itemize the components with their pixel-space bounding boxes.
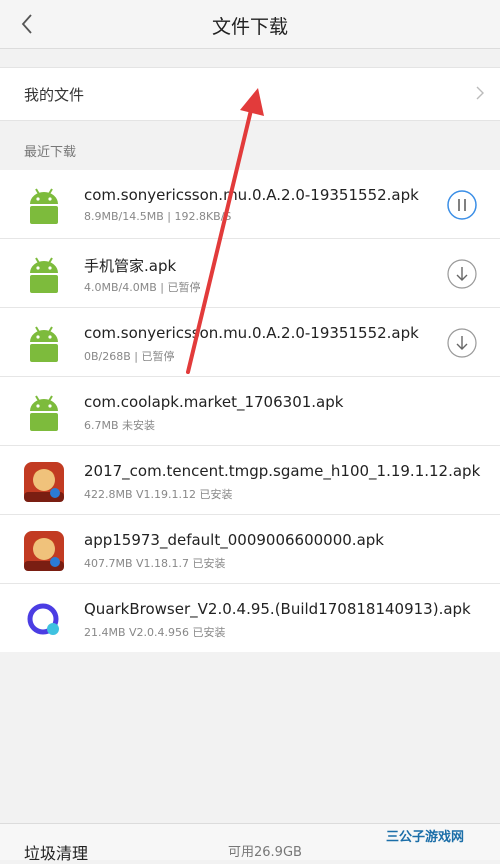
watermark: 三公子游戏网 [386, 830, 465, 845]
file-name: com.coolapk.market_1706301.apk [84, 393, 344, 411]
recent-downloads-header: 最近下载 [24, 145, 77, 160]
download-list: com.sonyericsson.mu.0.A.2.0-19351552.apk… [0, 170, 500, 652]
quark-browser-icon [27, 603, 59, 635]
file-name: 2017_com.tencent.tmgp.sgame_h100_1.19.1.… [84, 462, 481, 480]
file-name: QuarkBrowser_V2.0.4.95.(Build17081814091… [84, 600, 471, 618]
android-icon [30, 326, 58, 362]
file-status: 21.4MB V2.0.4.956 已安装 [84, 626, 226, 639]
download-item[interactable]: com.sonyericsson.mu.0.A.2.0-19351552.apk… [0, 308, 500, 377]
android-icon [30, 188, 58, 224]
game-icon [24, 531, 64, 571]
file-status: 407.7MB V1.18.1.7 已安装 [84, 557, 226, 570]
available-storage: 可用26.9GB [228, 845, 302, 860]
file-status: 6.7MB 未安装 [84, 419, 156, 432]
file-name: 手机管家.apk [84, 257, 177, 275]
download-item[interactable]: 2017_com.tencent.tmgp.sgame_h100_1.19.1.… [0, 446, 500, 515]
download-item[interactable]: QuarkBrowser_V2.0.4.95.(Build17081814091… [0, 584, 500, 652]
download-item[interactable]: app15973_default_0009006600000.apk 407.7… [0, 515, 500, 584]
pause-icon[interactable] [446, 189, 478, 221]
my-files-entry[interactable]: 我的文件 [0, 67, 500, 121]
download-icon[interactable] [446, 327, 478, 359]
game-icon [24, 462, 64, 502]
file-status: 0B/268B | 已暂停 [84, 350, 175, 363]
download-item[interactable]: com.sonyericsson.mu.0.A.2.0-19351552.apk… [0, 170, 500, 239]
file-name: com.sonyericsson.mu.0.A.2.0-19351552.apk [84, 186, 419, 204]
file-status: 8.9MB/14.5MB | 192.8KB/S [84, 210, 232, 223]
android-icon [30, 257, 58, 293]
download-item[interactable]: 手机管家.apk 4.0MB/4.0MB | 已暂停 [0, 239, 500, 308]
file-status: 422.8MB V1.19.1.12 已安装 [84, 488, 233, 501]
file-status: 4.0MB/4.0MB | 已暂停 [84, 281, 201, 294]
chevron-right-icon [476, 86, 484, 100]
file-name: com.sonyericsson.mu.0.A.2.0-19351552.apk [84, 324, 419, 342]
download-item[interactable]: com.coolapk.market_1706301.apk 6.7MB 未安装 [0, 377, 500, 446]
file-name: app15973_default_0009006600000.apk [84, 531, 384, 549]
android-icon [30, 395, 58, 431]
page-title: 文件下载 [211, 16, 288, 38]
download-icon[interactable] [446, 258, 478, 290]
my-files-label: 我的文件 [24, 86, 85, 104]
title-bar: 文件下载 [0, 0, 500, 49]
junk-clean-button[interactable]: 垃圾清理 [24, 840, 88, 864]
